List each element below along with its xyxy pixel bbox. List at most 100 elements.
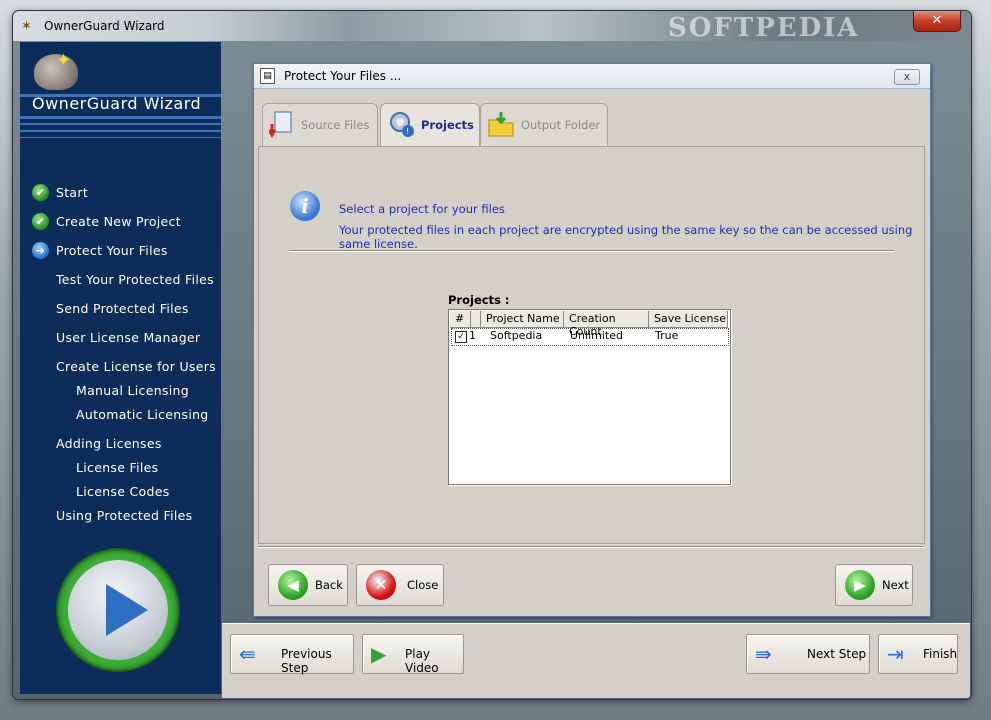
- sidebar-step-label: License Codes: [76, 484, 170, 499]
- dialog-title-bar: ▤ Protect Your Files ... x: [254, 64, 930, 89]
- column-header-label: Save License: [654, 312, 726, 325]
- check-icon: ✔: [32, 184, 49, 201]
- arrow-right-icon: ➜: [32, 242, 49, 259]
- tab-output-folder[interactable]: Output Folder: [480, 103, 608, 146]
- sidebar-step-label: Send Protected Files: [56, 301, 189, 316]
- watermark: SOFTPEDIA: [668, 13, 860, 43]
- column-header[interactable]: Project Name: [481, 311, 564, 328]
- window-close-button[interactable]: ✕: [913, 11, 961, 32]
- project-name-cell: Softpedia: [490, 329, 543, 342]
- projects-icon: !: [390, 112, 414, 137]
- output-folder-icon: [488, 112, 514, 137]
- sidebar-step[interactable]: Using Protected Files: [20, 505, 221, 527]
- next-label: Next: [882, 578, 909, 592]
- info-icon: i: [290, 191, 320, 221]
- sidebar-step-label: Manual Licensing: [76, 383, 189, 398]
- column-header[interactable]: Save License: [649, 311, 728, 328]
- sidebar-step-label: Automatic Licensing: [76, 407, 209, 422]
- row-checkbox[interactable]: ✓: [455, 331, 467, 343]
- sidebar-step-label: Test Your Protected Files: [56, 272, 214, 287]
- column-header-label: Project Name: [486, 312, 560, 325]
- sidebar-step[interactable]: ✔ Start: [20, 182, 221, 204]
- close-label: Close: [407, 578, 439, 592]
- column-header-label: #: [455, 312, 465, 325]
- sidebar-step[interactable]: Test Your Protected Files: [20, 269, 221, 291]
- sidebar-step-label: License Files: [76, 460, 159, 475]
- tab-content: i Select a project for your files Your p…: [258, 146, 925, 544]
- navigation-bar: ⇚ Previous Step ▶ Play Video ⇛ Next Step…: [222, 623, 970, 698]
- sidebar-step-label: User License Manager: [56, 330, 201, 345]
- column-header[interactable]: #: [450, 311, 471, 328]
- previous-step-label: Previous Step: [281, 647, 332, 675]
- big-play-icon[interactable]: [56, 548, 180, 672]
- double-arrow-left-icon: ⇚: [239, 642, 256, 666]
- play-video-label: Play Video: [405, 647, 439, 675]
- sidebar-step[interactable]: ➜ Protect Your Files: [20, 240, 221, 262]
- sidebar-step[interactable]: ✔ Create New Project: [20, 211, 221, 233]
- window-title: OwnerGuard Wizard: [44, 19, 165, 33]
- divider: [20, 123, 221, 125]
- separator: [289, 250, 894, 252]
- sidebar-step-label: Start: [56, 185, 89, 200]
- divider: [20, 137, 221, 138]
- sidebar-step[interactable]: Adding Licenses: [20, 433, 221, 455]
- sidebar-step-label: Protect Your Files: [56, 243, 168, 258]
- logo: ✦: [20, 42, 221, 102]
- play-icon: ▶: [371, 642, 387, 666]
- row-number: 1: [469, 329, 476, 342]
- dialog-title: Protect Your Files ...: [284, 69, 402, 83]
- sidebar-step-label: Using Protected Files: [56, 508, 193, 523]
- arrow-right-icon: ▶: [845, 570, 875, 600]
- back-button[interactable]: ◀ Back: [268, 564, 348, 606]
- sidebar-step-label: Adding Licenses: [56, 436, 162, 451]
- next-step-label: Next Step: [807, 647, 867, 661]
- save-license-cell: True: [655, 329, 679, 342]
- wand-icon: ✶: [21, 19, 32, 34]
- protect-files-dialog: ▤ Protect Your Files ... x Source Files …: [253, 63, 931, 617]
- creation-count-cell: Unlimited: [570, 329, 623, 342]
- next-step-button[interactable]: ⇛ Next Step: [746, 634, 870, 674]
- finish-button[interactable]: ⇥ Finish: [878, 634, 958, 674]
- sidebar-step[interactable]: License Files: [20, 457, 221, 479]
- check-icon: ✔: [32, 213, 49, 230]
- divider: [20, 130, 221, 132]
- tab-label: Output Folder: [521, 118, 601, 132]
- info-detail: Your protected files in each project are…: [339, 223, 913, 251]
- sidebar-step[interactable]: Automatic Licensing: [20, 404, 221, 426]
- close-button[interactable]: ✕ Close: [356, 564, 444, 606]
- previous-step-button[interactable]: ⇚ Previous Step: [230, 634, 354, 675]
- play-button-face: [68, 560, 168, 660]
- info-message: Select a project for your files: [339, 202, 505, 216]
- sidebar-step[interactable]: Send Protected Files: [20, 298, 221, 320]
- play-triangle-icon: [106, 584, 148, 636]
- sidebar-step[interactable]: License Codes: [20, 481, 221, 503]
- back-label: Back: [315, 578, 343, 592]
- divider: [20, 94, 221, 97]
- star-wand-icon: ✦: [56, 50, 72, 71]
- sidebar-step[interactable]: Create License for Users: [20, 356, 221, 378]
- document-icon: ▤: [260, 68, 275, 84]
- sidebar-step[interactable]: User License Manager: [20, 327, 221, 349]
- close-x-icon: ✕: [366, 570, 396, 600]
- title-bar: ✶ OwnerGuard Wizard SOFTPEDIA ✕: [13, 11, 971, 43]
- tab-source-files[interactable]: Source Files: [262, 103, 378, 146]
- projects-label: Projects :: [448, 293, 510, 307]
- sidebar-step[interactable]: Manual Licensing: [20, 380, 221, 402]
- tab-label: Projects: [421, 118, 474, 132]
- dialog-close-button[interactable]: x: [894, 69, 920, 85]
- double-arrow-right-icon: ⇛: [755, 642, 772, 666]
- play-video-button[interactable]: ▶ Play Video: [362, 634, 464, 675]
- tab-projects[interactable]: ! Projects: [380, 103, 480, 147]
- divider: [20, 116, 221, 119]
- column-header[interactable]: Creation Count: [564, 311, 649, 338]
- separator: [258, 546, 923, 548]
- sidebar-step-label: Create License for Users: [56, 359, 216, 374]
- tab-label: Source Files: [301, 118, 370, 132]
- projects-grid[interactable]: # Project Name Creation Count Save Licen…: [448, 309, 731, 485]
- arrow-to-bar-icon: ⇥: [887, 642, 904, 666]
- sidebar-step-label: Create New Project: [56, 214, 181, 229]
- svg-text:!: !: [406, 127, 409, 136]
- next-button[interactable]: ▶ Next: [835, 564, 913, 606]
- sidebar: ✦ OwnerGuard Wizard ✔ Start ✔ Create New Pr…: [20, 42, 221, 694]
- column-header: [471, 311, 481, 328]
